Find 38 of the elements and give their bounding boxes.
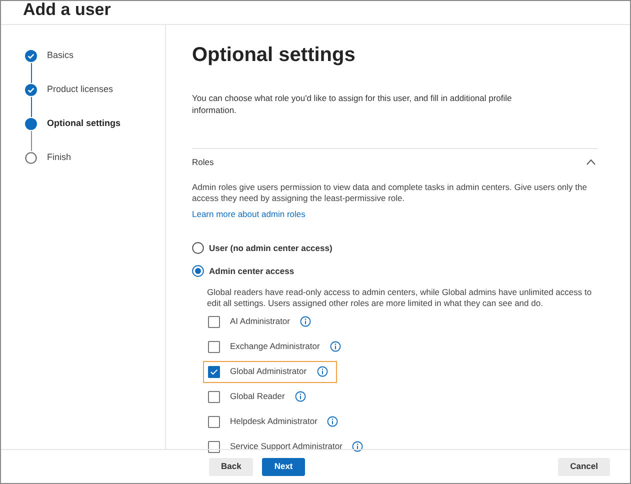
page-heading: Optional settings [192, 43, 356, 67]
info-icon[interactable] [352, 441, 364, 452]
checkbox-label[interactable]: Global Reader [230, 390, 285, 404]
info-icon[interactable] [294, 391, 306, 402]
section-title: Roles [192, 156, 214, 168]
checkbox-label[interactable]: Exchange Administrator [230, 340, 320, 354]
step-label[interactable]: Optional settings [47, 117, 121, 131]
checkbox[interactable] [208, 340, 220, 353]
checkbox-label[interactable]: AI Administrator [230, 315, 290, 328]
checkbox-label[interactable]: Service Support Administrator [230, 440, 342, 454]
checkbox[interactable] [208, 440, 220, 453]
radio-button[interactable] [192, 242, 204, 254]
checkbox[interactable] [208, 390, 220, 403]
info-icon[interactable] [300, 316, 311, 328]
checkbox[interactable] [208, 316, 220, 328]
step-label[interactable]: Product licenses [47, 83, 114, 97]
intro-text: You can choose what role you'd like to assign for this user, and fill in additional profile information. [192, 92, 513, 116]
primary-button[interactable]: Next [262, 458, 305, 476]
roles-description: Admin roles give users permission to view data and complete tasks in admin centers. Give users only the access they need by assigning the least-permissive role. [192, 182, 588, 204]
checkbox[interactable] [208, 366, 220, 378]
info-icon[interactable] [316, 366, 328, 378]
learn-more-link[interactable]: Learn more about admin roles [192, 208, 306, 221]
radio-button[interactable] [192, 265, 204, 278]
checkbox-label[interactable]: Global Administrator [230, 365, 307, 378]
secondary-button[interactable]: Cancel [558, 458, 610, 476]
radio-label[interactable]: Admin center access [209, 264, 294, 278]
access-note: Global readers have read-only access to admin centers, while Global admins have unlimited access to edit all settings. Users assigned other roles are more limited in what they can see and do. [207, 286, 593, 309]
checkbox-label[interactable]: Helpdesk Administrator [230, 415, 318, 428]
checkbox[interactable] [208, 416, 220, 428]
info-icon[interactable] [327, 416, 338, 428]
radio-label[interactable]: User (no admin center access) [209, 242, 332, 255]
step-label[interactable]: Basics [47, 49, 74, 63]
step-label[interactable]: Finish [47, 151, 72, 165]
secondary-button[interactable]: Back [209, 458, 254, 476]
chevron-up-icon[interactable] [586, 159, 596, 165]
info-icon[interactable] [330, 341, 341, 352]
window-title: Add a user [23, 1, 111, 20]
check-icon [210, 368, 218, 375]
